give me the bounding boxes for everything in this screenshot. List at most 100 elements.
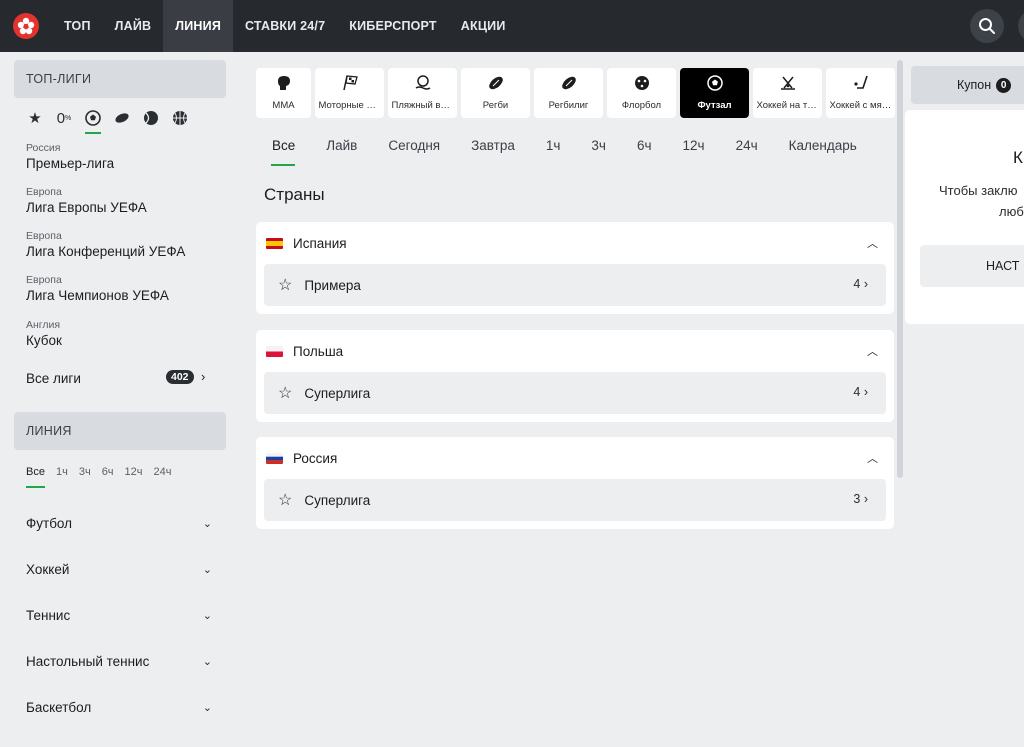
chevron-down-icon: ⌄ <box>202 656 212 668</box>
sport-tile-floorball[interactable]: Флорбол <box>607 68 676 118</box>
championship-row[interactable]: ☆ Суперлига 4 › <box>264 372 886 414</box>
nav-line[interactable]: ЛИНИЯ <box>163 0 234 52</box>
time-filter-6h[interactable]: 6ч <box>102 466 114 478</box>
coupon-count-badge: 0 <box>996 77 1012 93</box>
coupon-hint-line1: Чтобы заклю <box>939 183 1018 198</box>
period-tabs: Все Лайв Сегодня Завтра 1ч 3ч 6ч 12ч 24ч… <box>270 138 857 166</box>
favorite-star-icon[interactable]: ☆ <box>278 383 292 403</box>
sport-row-football[interactable]: Футбол ⌄ <box>26 516 212 531</box>
main-scrollbar[interactable] <box>897 60 903 478</box>
event-count: 4 › <box>853 385 868 399</box>
country-header[interactable]: Испания ︿ <box>256 222 894 264</box>
country-card-poland: Польша ︿ ☆ Суперлига 4 › <box>256 330 894 422</box>
logo[interactable] <box>0 0 52 52</box>
league-item[interactable]: Европа Лига Конференций УЕФА <box>26 230 185 260</box>
all-leagues-link[interactable]: Все лиги 402 › <box>26 368 210 388</box>
time-filter-1h[interactable]: 1ч <box>56 466 68 478</box>
favorite-star-icon[interactable]: ☆ <box>278 490 292 510</box>
sport-row-tennis[interactable]: Теннис ⌄ <box>26 608 212 623</box>
league-name: Лига Конференций УЕФА <box>26 244 186 259</box>
line-header: ЛИНИЯ <box>14 412 226 450</box>
nav-live[interactable]: ЛАЙВ <box>103 0 164 52</box>
tab-calendar[interactable]: Календарь <box>789 138 857 153</box>
tab-3h[interactable]: 3ч <box>591 138 606 153</box>
tab-today[interactable]: Сегодня <box>388 138 440 153</box>
sport-tile-beach-volleyball[interactable]: Пляжный волейбол <box>388 68 457 118</box>
futsal-ball-icon <box>706 75 724 96</box>
nav-esports[interactable]: КИБЕРСПОРТ <box>337 0 449 52</box>
time-filter-all[interactable]: Все <box>26 466 45 488</box>
favorites-star-icon[interactable]: ★ <box>26 108 44 128</box>
main-content: MMA Моторные виды Пляжный волейбол Регби… <box>240 52 904 747</box>
sport-tile-rugby-league[interactable]: Регбилиг <box>534 68 603 118</box>
nav-bets-24-7[interactable]: СТАВКИ 24/7 <box>233 0 337 52</box>
basketball-icon[interactable] <box>171 108 189 128</box>
league-item[interactable]: Европа Лига Европы УЕФА <box>26 186 147 216</box>
sport-tile-label: Хоккей с мячом <box>829 100 892 111</box>
tab-12h[interactable]: 12ч <box>683 138 705 153</box>
sport-tile-bandy[interactable]: Хоккей с мячом <box>826 68 895 118</box>
championship-row[interactable]: ☆ Суперлига 3 › <box>264 479 886 521</box>
sport-tile-motorsport[interactable]: Моторные виды <box>315 68 384 118</box>
tennis-ball-icon[interactable] <box>142 108 160 128</box>
country-header[interactable]: Польша ︿ <box>256 330 894 372</box>
time-filter-12h[interactable]: 12ч <box>125 466 143 478</box>
tab-tomorrow[interactable]: Завтра <box>471 138 515 153</box>
time-filter-3h[interactable]: 3ч <box>79 466 91 478</box>
sport-tile-futsal[interactable]: Футзал <box>680 68 749 118</box>
sport-tile-label: Флорбол <box>621 100 662 111</box>
search-button[interactable] <box>970 9 1004 43</box>
nav-top[interactable]: ТОП <box>52 0 103 52</box>
league-item[interactable]: Англия Кубок <box>26 319 62 349</box>
sport-row-hockey[interactable]: Хоккей ⌄ <box>26 562 212 577</box>
country-header[interactable]: Россия ︿ <box>256 437 894 479</box>
tab-1h[interactable]: 1ч <box>546 138 561 153</box>
time-filter-24h[interactable]: 24ч <box>154 466 172 478</box>
sport-row-label: Хоккей <box>26 562 70 577</box>
sport-row-label: Теннис <box>26 608 71 623</box>
nav-promotions[interactable]: АКЦИИ <box>449 0 518 52</box>
chevron-up-icon[interactable]: ︿ <box>867 450 878 466</box>
chevron-up-icon[interactable]: ︿ <box>867 343 878 359</box>
league-item[interactable]: Европа Лига Чемпионов УЕФА <box>26 274 169 304</box>
championship-row[interactable]: ☆ Примера 4 › <box>264 264 886 306</box>
tab-24h[interactable]: 24ч <box>736 138 758 153</box>
tab-6h[interactable]: 6ч <box>637 138 652 153</box>
league-item[interactable]: Россия Премьер-лига <box>26 142 114 172</box>
country-name: Россия <box>293 450 338 466</box>
league-region: Россия <box>26 142 61 154</box>
sport-tile-rugby[interactable]: Регби <box>461 68 530 118</box>
tab-live[interactable]: Лайв <box>326 138 357 153</box>
coupon-settings-button[interactable]: НАСТ <box>920 245 1024 287</box>
league-region: Европа <box>26 186 62 198</box>
sport-tile-field-hockey[interactable]: Хоккей на траве <box>753 68 822 118</box>
country-card-russia: Россия ︿ ☆ Суперлига 3 › <box>256 437 894 529</box>
favorite-star-icon[interactable]: ☆ <box>278 275 292 295</box>
sport-row-label: Баскетбол <box>26 700 92 715</box>
tab-all[interactable]: Все <box>270 138 296 166</box>
top-sports-icons: ★ 0% <box>26 108 189 134</box>
league-region: Европа <box>26 230 62 242</box>
sport-row-label: Настольный теннис <box>26 654 150 669</box>
account-button[interactable] <box>1018 9 1024 43</box>
chevron-down-icon: ⌄ <box>202 564 212 576</box>
top-leagues-header: ТОП-ЛИГИ <box>14 60 226 98</box>
rugby-ball-icon <box>487 75 505 96</box>
hockey-puck-icon[interactable] <box>113 108 131 128</box>
event-count: 3 › <box>853 492 868 506</box>
coupon-hint-line2: любо <box>999 204 1024 219</box>
sport-tile-label: Хоккей на траве <box>756 100 819 111</box>
sport-row-basketball[interactable]: Баскетбол ⌄ <box>26 700 212 715</box>
zero-counter[interactable]: 0% <box>55 108 73 128</box>
league-name: Лига Чемпионов УЕФА <box>26 288 169 303</box>
rugby-league-icon <box>560 75 578 96</box>
floorball-icon <box>633 75 651 96</box>
coupon-button[interactable]: Купон 0 <box>911 66 1024 104</box>
spain-flag-icon <box>266 237 283 249</box>
football-icon[interactable] <box>84 108 102 134</box>
sport-tile-mma[interactable]: MMA <box>256 68 311 118</box>
country-name: Польша <box>293 343 344 359</box>
top-navigation-bar: ТОП ЛАЙВ ЛИНИЯ СТАВКИ 24/7 КИБЕРСПОРТ АК… <box>0 0 1024 52</box>
chevron-up-icon[interactable]: ︿ <box>867 235 878 251</box>
sport-row-table-tennis[interactable]: Настольный теннис ⌄ <box>26 654 212 669</box>
